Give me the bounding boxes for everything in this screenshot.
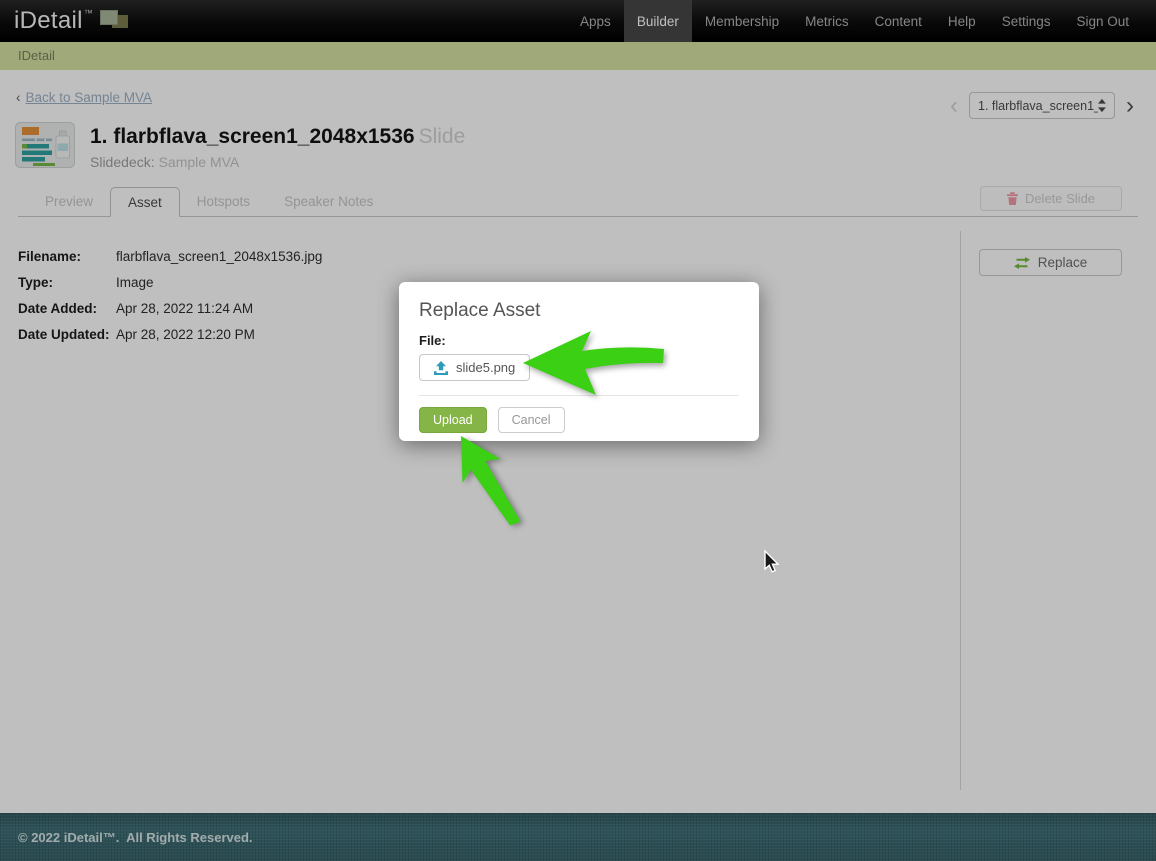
modal-divider [419,395,739,396]
file-picker-button[interactable]: slide5.png [419,354,531,381]
file-field-label: File: [419,333,446,348]
cancel-button[interactable]: Cancel [497,407,565,433]
selected-file-name: slide5.png [456,360,516,375]
modal-title: Replace Asset [419,300,541,321]
replace-asset-modal: Replace Asset File: slide5.png Upload Ca… [399,282,759,441]
upload-button[interactable]: Upload [419,407,487,433]
upload-icon [434,360,448,375]
modal-actions: Upload Cancel [419,407,739,433]
